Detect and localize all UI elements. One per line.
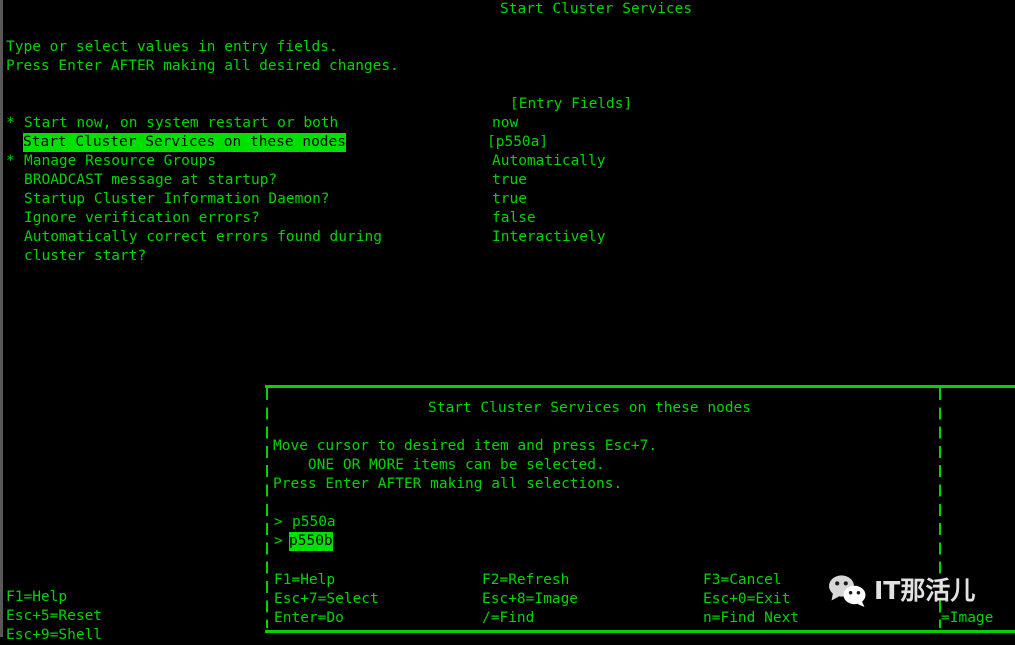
page-title: Start Cluster Services <box>500 1 693 17</box>
dialog-fkey-f2-refresh[interactable]: F2=Refresh <box>482 571 569 590</box>
dialog-top-border <box>265 385 1015 388</box>
field-label-start-cluster-services-nodes[interactable]: Start Cluster Services on these nodes <box>23 133 347 153</box>
dialog-fkey-f8-image[interactable]: =Image <box>941 609 993 628</box>
instruction-line-1: Type or select values in entry fields. <box>6 39 338 55</box>
list-item-marker: > <box>274 533 283 549</box>
dialog-fkey-esc7-select[interactable]: Esc+7=Select <box>274 590 379 609</box>
dialog-bottom-border <box>265 630 1015 633</box>
entry-fields-header: [Entry Fields] <box>510 96 633 112</box>
field-label-ignore-verification-errors[interactable]: Ignore verification errors? <box>24 209 260 228</box>
field-value-start-cluster-services-nodes[interactable]: [p550a] <box>487 133 548 152</box>
dialog-right-border <box>939 388 941 628</box>
field-label-start-now[interactable]: Start now, on system restart or both <box>24 114 338 133</box>
field-value-startup-clinfo-daemon[interactable]: true <box>492 190 527 209</box>
required-marker <box>6 171 15 190</box>
dialog-fkey-esc8-image[interactable]: Esc+8=Image <box>482 590 578 609</box>
dialog-fkey-f1-help[interactable]: F1=Help <box>274 571 335 590</box>
field-label-auto-correct-errors[interactable]: Automatically correct errors found durin… <box>24 228 382 247</box>
field-value-start-now[interactable]: now <box>492 114 518 133</box>
field-label-broadcast-message[interactable]: BROADCAST message at startup? <box>24 171 277 190</box>
required-marker: * <box>6 153 15 169</box>
dialog-instruction-3: Press Enter AFTER making all selections. <box>273 476 623 492</box>
dialog-instruction-2: ONE OR MORE items can be selected. <box>273 457 605 473</box>
field-value-auto-correct-errors[interactable]: Interactively <box>492 228 606 247</box>
required-marker <box>6 133 15 152</box>
list-item-marker: > <box>274 514 283 530</box>
dialog-fkey-enter-do[interactable]: Enter=Do <box>274 609 344 628</box>
required-marker <box>6 209 15 228</box>
field-label-manage-resource-groups[interactable]: Manage Resource Groups <box>24 152 216 171</box>
field-label-auto-correct-errors-cont: cluster start? <box>24 248 147 264</box>
dialog-fkey-esc0-exit[interactable]: Esc+0=Exit <box>703 590 790 609</box>
dialog-left-border <box>266 388 268 628</box>
list-item-p550a[interactable]: p550a <box>292 513 336 532</box>
field-value-manage-resource-groups[interactable]: Automatically <box>492 152 606 171</box>
field-value-ignore-verification-errors[interactable]: false <box>492 209 536 228</box>
dialog-fkey-slash-find[interactable]: /=Find <box>482 609 534 628</box>
dialog-title: Start Cluster Services on these nodes <box>428 400 752 416</box>
field-label-startup-clinfo-daemon[interactable]: Startup Cluster Information Daemon? <box>24 190 330 209</box>
required-marker: * <box>6 115 15 131</box>
dialog-fkey-n-find-next[interactable]: n=Find Next <box>703 609 799 628</box>
node-selection-dialog: Start Cluster Services on these nodes Mo… <box>0 383 1015 637</box>
dialog-instruction-1: Move cursor to desired item and press Es… <box>273 438 658 454</box>
dialog-fkey-f3-cancel[interactable]: F3=Cancel <box>703 571 782 590</box>
required-marker <box>6 190 15 209</box>
field-value-broadcast-message[interactable]: true <box>492 171 527 190</box>
instruction-line-2: Press Enter AFTER making all desired cha… <box>6 58 399 74</box>
required-marker <box>6 228 15 247</box>
list-item-p550b[interactable]: p550b <box>289 532 333 552</box>
